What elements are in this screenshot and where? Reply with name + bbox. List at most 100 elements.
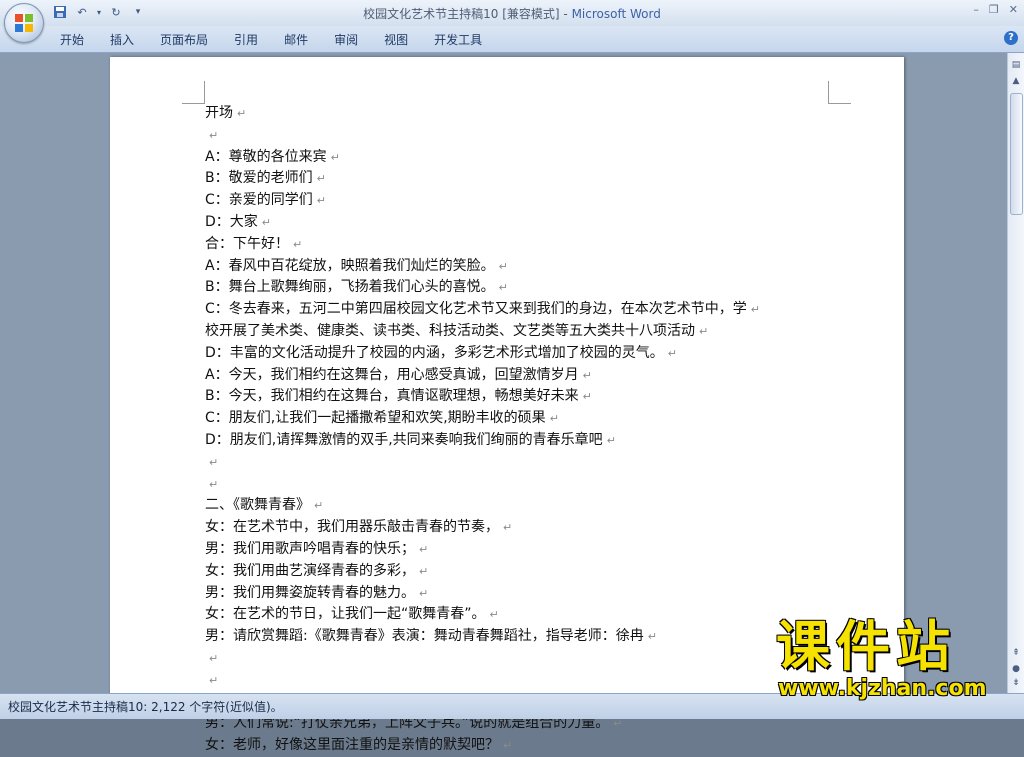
window-title: 校园文化艺术节主持稿10 [兼容模式] - Microsoft Word xyxy=(0,5,1024,22)
help-icon[interactable]: ? xyxy=(1004,31,1018,45)
paragraph-mark-icon: ↵ xyxy=(330,150,340,164)
tab-page-layout[interactable]: 页面布局 xyxy=(160,31,222,48)
ruler-toggle-icon[interactable]: ▤ xyxy=(1010,59,1022,71)
window-controls: – ❐ ✕ xyxy=(973,3,1018,16)
paragraph-mark-icon: ↵ xyxy=(750,303,760,317)
paragraph-mark-icon: ↵ xyxy=(419,542,429,556)
document-line[interactable]: C：朋友们,让我们一起播撒希望和欢笑,期盼丰收的硕果 ↵ xyxy=(205,408,835,430)
line-text: 女：在艺术节中，我们用器乐敲击青春的节奏， xyxy=(205,519,499,536)
document-line[interactable]: ↵ xyxy=(205,474,835,496)
document-line[interactable]: 二、《歌舞青春》 ↵ xyxy=(205,495,835,517)
line-text: 二、《歌舞青春》 xyxy=(205,497,310,514)
paragraph-mark-icon: ↵ xyxy=(582,368,592,382)
document-line[interactable]: 校开展了美术类、健康类、读书类、科技活动类、文艺类等五大类共十八项活动 ↵ xyxy=(205,321,835,343)
office-logo-icon xyxy=(15,14,33,32)
line-text: C：朋友们,让我们一起播撒希望和欢笑,期盼丰收的硕果 xyxy=(205,410,546,427)
document-line[interactable]: 女：在艺术的节日，让我们一起“歌舞青春”。 ↵ xyxy=(205,604,835,626)
document-page[interactable]: 开场 ↵ ↵ A：尊敬的各位来宾 ↵ B：敬爱的老师们 ↵ C：亲爱的同学们 ↵ D：大家 ↵ 合：下… xyxy=(110,57,904,753)
line-text: D：朋友们,请挥舞激情的双手,共同来奏响我们绚丽的青春乐章吧 xyxy=(205,431,603,448)
line-text: C：亲爱的同学们 xyxy=(205,192,313,209)
paragraph-mark-icon: ↵ xyxy=(209,128,219,142)
paragraph-mark-icon: ↵ xyxy=(503,521,513,535)
line-text: 女：在艺术的节日，让我们一起“歌舞青春”。 xyxy=(205,606,486,623)
paragraph-mark-icon: ↵ xyxy=(606,433,616,447)
document-line[interactable]: 男：我们用舞姿旋转青春的魅力。 ↵ xyxy=(205,583,835,605)
document-line[interactable]: 女：老师，好像这里面注重的是亲情的默契吧？ ↵ xyxy=(205,735,835,757)
tab-view[interactable]: 视图 xyxy=(384,31,422,48)
line-text: 合：下午好！ xyxy=(205,235,289,252)
paragraph-mark-icon: ↵ xyxy=(489,608,499,622)
watermark-logo: 课件站 www.kjzhan.com xyxy=(776,615,987,702)
document-line[interactable]: 开场 ↵ xyxy=(205,103,835,125)
line-text: 男：我们用舞姿旋转青春的魅力。 xyxy=(205,584,415,601)
scroll-up-icon[interactable]: ▲ xyxy=(1010,75,1022,87)
ribbon-tab-bar: 开始 插入 页面布局 引用 邮件 审阅 视图 开发工具 ? xyxy=(0,26,1024,53)
document-line[interactable]: 女：在艺术节中，我们用器乐敲击青春的节奏， ↵ xyxy=(205,517,835,539)
next-page-icon[interactable]: ⇟ xyxy=(1010,677,1022,689)
paragraph-mark-icon: ↵ xyxy=(316,194,326,208)
restore-icon[interactable]: ❐ xyxy=(989,3,999,16)
watermark-url: www.kjzhan.com xyxy=(778,676,987,701)
tab-insert[interactable]: 插入 xyxy=(110,31,148,48)
tab-review[interactable]: 审阅 xyxy=(334,31,372,48)
document-line[interactable]: ↵ xyxy=(205,648,835,670)
line-text: A：今天，我们相约在这舞台，用心感受真诚，回望激情岁月 xyxy=(205,366,579,383)
line-text: C：冬去春来，五河二中第四届校园文化艺术节又来到我们的身边，在本次艺术节中，学 xyxy=(205,301,747,318)
document-line[interactable]: B：舞台上歌舞绚丽，飞扬着我们心头的喜悦。 ↵ xyxy=(205,277,835,299)
line-text: 校开展了美术类、健康类、读书类、科技活动类、文艺类等五大类共十八项活动 xyxy=(205,322,695,339)
paragraph-mark-icon: ↵ xyxy=(667,346,677,360)
document-line[interactable]: A：今天，我们相约在这舞台，用心感受真诚，回望激情岁月 ↵ xyxy=(205,365,835,387)
document-line[interactable]: D：朋友们,请挥舞激情的双手,共同来奏响我们绚丽的青春乐章吧 ↵ xyxy=(205,430,835,452)
tab-developer[interactable]: 开发工具 xyxy=(434,31,496,48)
close-icon[interactable]: ✕ xyxy=(1009,3,1018,16)
paragraph-mark-icon: ↵ xyxy=(613,717,623,731)
vertical-scrollbar[interactable]: ▤ ▲ ⇞ ● ⇟ xyxy=(1007,53,1024,693)
document-line[interactable]: A：尊敬的各位来宾 ↵ xyxy=(205,147,835,169)
document-body[interactable]: 开场 ↵ ↵ A：尊敬的各位来宾 ↵ B：敬爱的老师们 ↵ C：亲爱的同学们 ↵ D：大家 ↵ 合：下… xyxy=(205,103,835,757)
document-line[interactable]: C：亲爱的同学们 ↵ xyxy=(205,190,835,212)
document-line[interactable]: ↵ xyxy=(205,670,835,692)
paragraph-mark-icon: ↵ xyxy=(316,172,326,186)
document-line[interactable]: 女：我们用曲艺演绎青春的多彩， ↵ xyxy=(205,561,835,583)
document-line[interactable]: A：春风中百花绽放，映照着我们灿烂的笑脸。 ↵ xyxy=(205,256,835,278)
document-line[interactable]: ↵ xyxy=(205,125,835,147)
office-button[interactable] xyxy=(4,3,44,43)
paragraph-mark-icon: ↵ xyxy=(314,499,324,513)
paragraph-mark-icon: ↵ xyxy=(209,477,219,491)
tab-references[interactable]: 引用 xyxy=(234,31,272,48)
paragraph-mark-icon: ↵ xyxy=(293,237,303,251)
document-line[interactable]: 合：下午好！ ↵ xyxy=(205,234,835,256)
paragraph-mark-icon: ↵ xyxy=(699,324,709,338)
document-line[interactable]: D：大家 ↵ xyxy=(205,212,835,234)
line-text: B：舞台上歌舞绚丽，飞扬着我们心头的喜悦。 xyxy=(205,279,495,296)
paragraph-mark-icon: ↵ xyxy=(209,651,219,665)
paragraph-mark-icon: ↵ xyxy=(209,673,219,687)
line-text: 女：老师，好像这里面注重的是亲情的默契吧？ xyxy=(205,737,499,754)
line-text: A：尊敬的各位来宾 xyxy=(205,148,327,165)
scroll-thumb[interactable] xyxy=(1010,93,1023,215)
paragraph-mark-icon: ↵ xyxy=(419,586,429,600)
document-line[interactable]: ↵ xyxy=(205,452,835,474)
document-line[interactable]: D：丰富的文化活动提升了校园的内涵，多彩艺术形式增加了校园的灵气。 ↵ xyxy=(205,343,835,365)
minimize-icon[interactable]: – xyxy=(973,3,979,16)
document-workspace: 开场 ↵ ↵ A：尊敬的各位来宾 ↵ B：敬爱的老师们 ↵ C：亲爱的同学们 ↵ D：大家 ↵ 合：下… xyxy=(0,53,1008,753)
line-text: 男：我们用歌声吟唱青春的快乐； xyxy=(205,540,415,557)
document-line[interactable]: B：敬爱的老师们 ↵ xyxy=(205,168,835,190)
document-line[interactable]: B：今天，我们相约在这舞台，真情讴歌理想，畅想美好未来 ↵ xyxy=(205,386,835,408)
line-text: 女：我们用曲艺演绎青春的多彩， xyxy=(205,562,415,579)
paragraph-mark-icon: ↵ xyxy=(549,412,559,426)
document-line[interactable]: 男：我们用歌声吟唱青春的快乐； ↵ xyxy=(205,539,835,561)
document-line[interactable]: C：冬去春来，五河二中第四届校园文化艺术节又来到我们的身边，在本次艺术节中，学 ↵ xyxy=(205,299,835,321)
prev-page-icon[interactable]: ⇞ xyxy=(1010,647,1022,659)
document-title: 校园文化艺术节主持稿10 [兼容模式] xyxy=(363,7,560,21)
line-text: A：春风中百花绽放，映照着我们灿烂的笑脸。 xyxy=(205,257,495,274)
watermark-text: 课件站 xyxy=(776,615,956,678)
tab-mailings[interactable]: 邮件 xyxy=(284,31,322,48)
paragraph-mark-icon: ↵ xyxy=(503,739,513,753)
paragraph-mark-icon: ↵ xyxy=(498,259,508,273)
app-name: Microsoft Word xyxy=(571,7,661,21)
document-line[interactable]: 男：请欣赏舞蹈:《歌舞青春》表演：舞动青春舞蹈社，指导老师：徐冉 ↵ xyxy=(205,626,835,648)
line-text: B：今天，我们相约在这舞台，真情讴歌理想，畅想美好未来 xyxy=(205,388,579,405)
tab-home[interactable]: 开始 xyxy=(60,31,98,48)
select-browse-object-icon[interactable]: ● xyxy=(1010,663,1022,675)
